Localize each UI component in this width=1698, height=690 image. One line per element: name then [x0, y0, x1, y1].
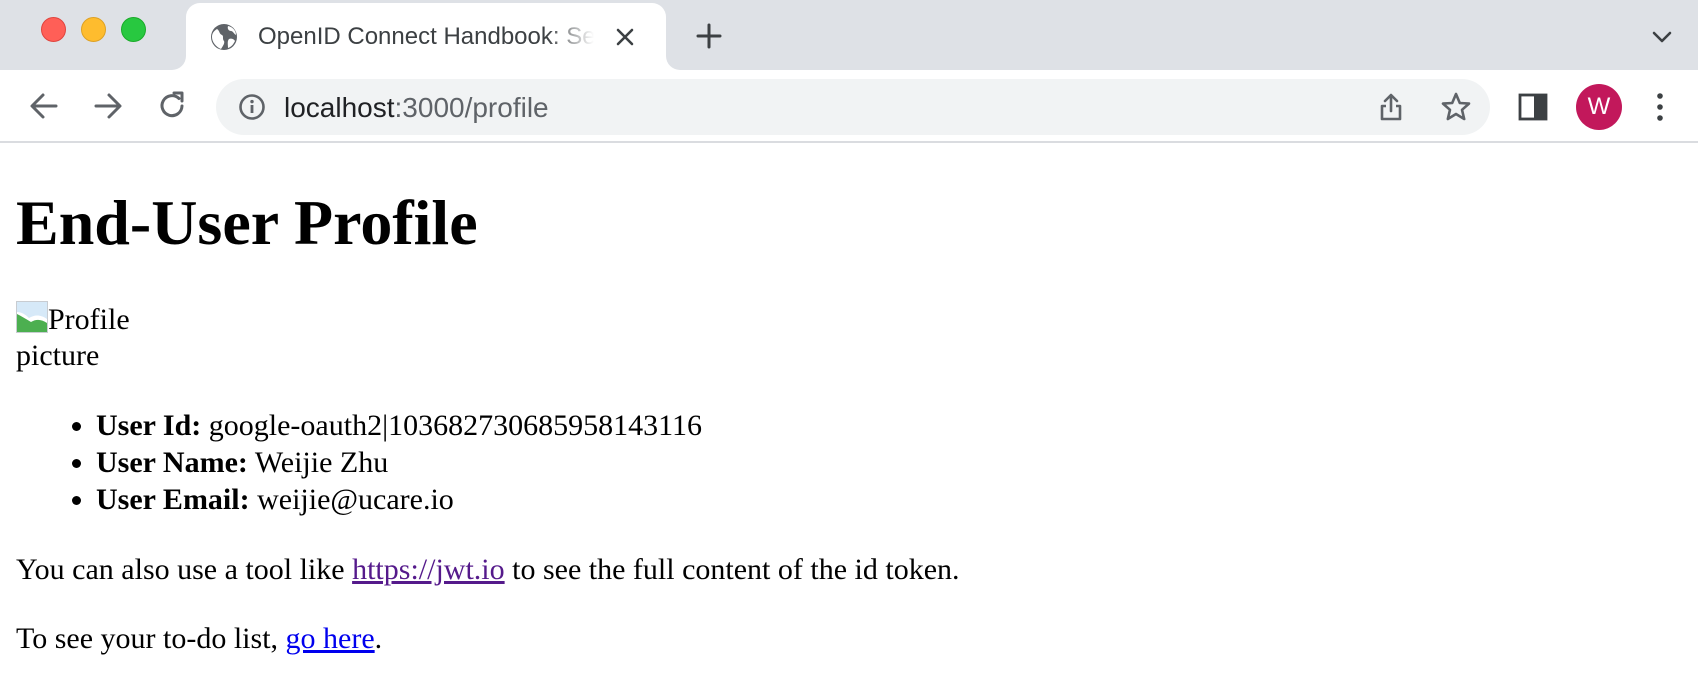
jwt-paragraph: You can also use a tool like https://jwt… — [16, 553, 960, 587]
profile-label: User Name: — [96, 446, 248, 479]
profile-value: weijie@ucare.io — [249, 483, 454, 516]
site-info-icon[interactable] — [238, 93, 266, 121]
todo-paragraph: To see your to-do list, go here. — [16, 622, 382, 656]
tab-strip: OpenID Connect Handbook: Se — [0, 0, 1698, 70]
jwt-text-after: to see the full content of the id token. — [504, 553, 960, 586]
tab-search-chevron-icon[interactable] — [1648, 24, 1676, 50]
profile-label: User Id: — [96, 409, 202, 442]
side-panel-icon[interactable] — [1517, 91, 1549, 123]
page-content: End-User Profile Profile picture User Id… — [0, 145, 1698, 690]
active-tab[interactable]: OpenID Connect Handbook: Se — [186, 3, 666, 70]
reload-icon[interactable] — [154, 88, 190, 124]
profile-value: google-oauth2|103682730685958143116 — [201, 409, 702, 442]
back-arrow-icon[interactable] — [26, 88, 62, 124]
url-host: localhost — [284, 92, 395, 123]
page-title: End-User Profile — [16, 187, 478, 258]
jwt-link[interactable]: https://jwt.io — [352, 553, 505, 586]
minimize-window-button[interactable] — [81, 17, 106, 42]
share-icon[interactable] — [1376, 92, 1406, 122]
zoom-window-button[interactable] — [121, 17, 146, 42]
jwt-text-before: You can also use a tool like — [16, 553, 353, 586]
tab-title: OpenID Connect Handbook: Se — [258, 23, 594, 50]
profile-avatar[interactable]: W — [1576, 84, 1622, 130]
url-text[interactable]: localhost:3000/profile — [284, 92, 549, 124]
forward-arrow-icon[interactable] — [90, 88, 126, 124]
todo-text-after: . — [374, 622, 383, 655]
browser-toolbar: localhost:3000/profile W — [0, 70, 1698, 143]
profile-details-list: User Id: google-oauth2|10368273068595814… — [96, 407, 702, 518]
profile-user-email: User Email: weijie@ucare.io — [96, 481, 702, 518]
globe-icon — [211, 24, 237, 50]
profile-label: User Email: — [96, 483, 250, 516]
more-menu-icon[interactable] — [1650, 90, 1670, 124]
address-bar[interactable]: localhost:3000/profile — [216, 79, 1490, 135]
todo-link[interactable]: go here — [286, 622, 375, 655]
profile-value: Weijie Zhu — [247, 446, 389, 479]
close-window-button[interactable] — [41, 17, 66, 42]
close-tab-icon[interactable] — [612, 24, 638, 50]
todo-text-before: To see your to-do list, — [16, 622, 286, 655]
new-tab-icon[interactable] — [694, 21, 724, 51]
bookmark-star-icon[interactable] — [1440, 91, 1472, 123]
profile-picture: Profile picture — [16, 301, 156, 374]
url-path: :3000/profile — [394, 92, 549, 123]
broken-image-icon — [16, 301, 48, 333]
profile-user-id: User Id: google-oauth2|10368273068595814… — [96, 407, 702, 444]
profile-user-name: User Name: Weijie Zhu — [96, 444, 702, 481]
